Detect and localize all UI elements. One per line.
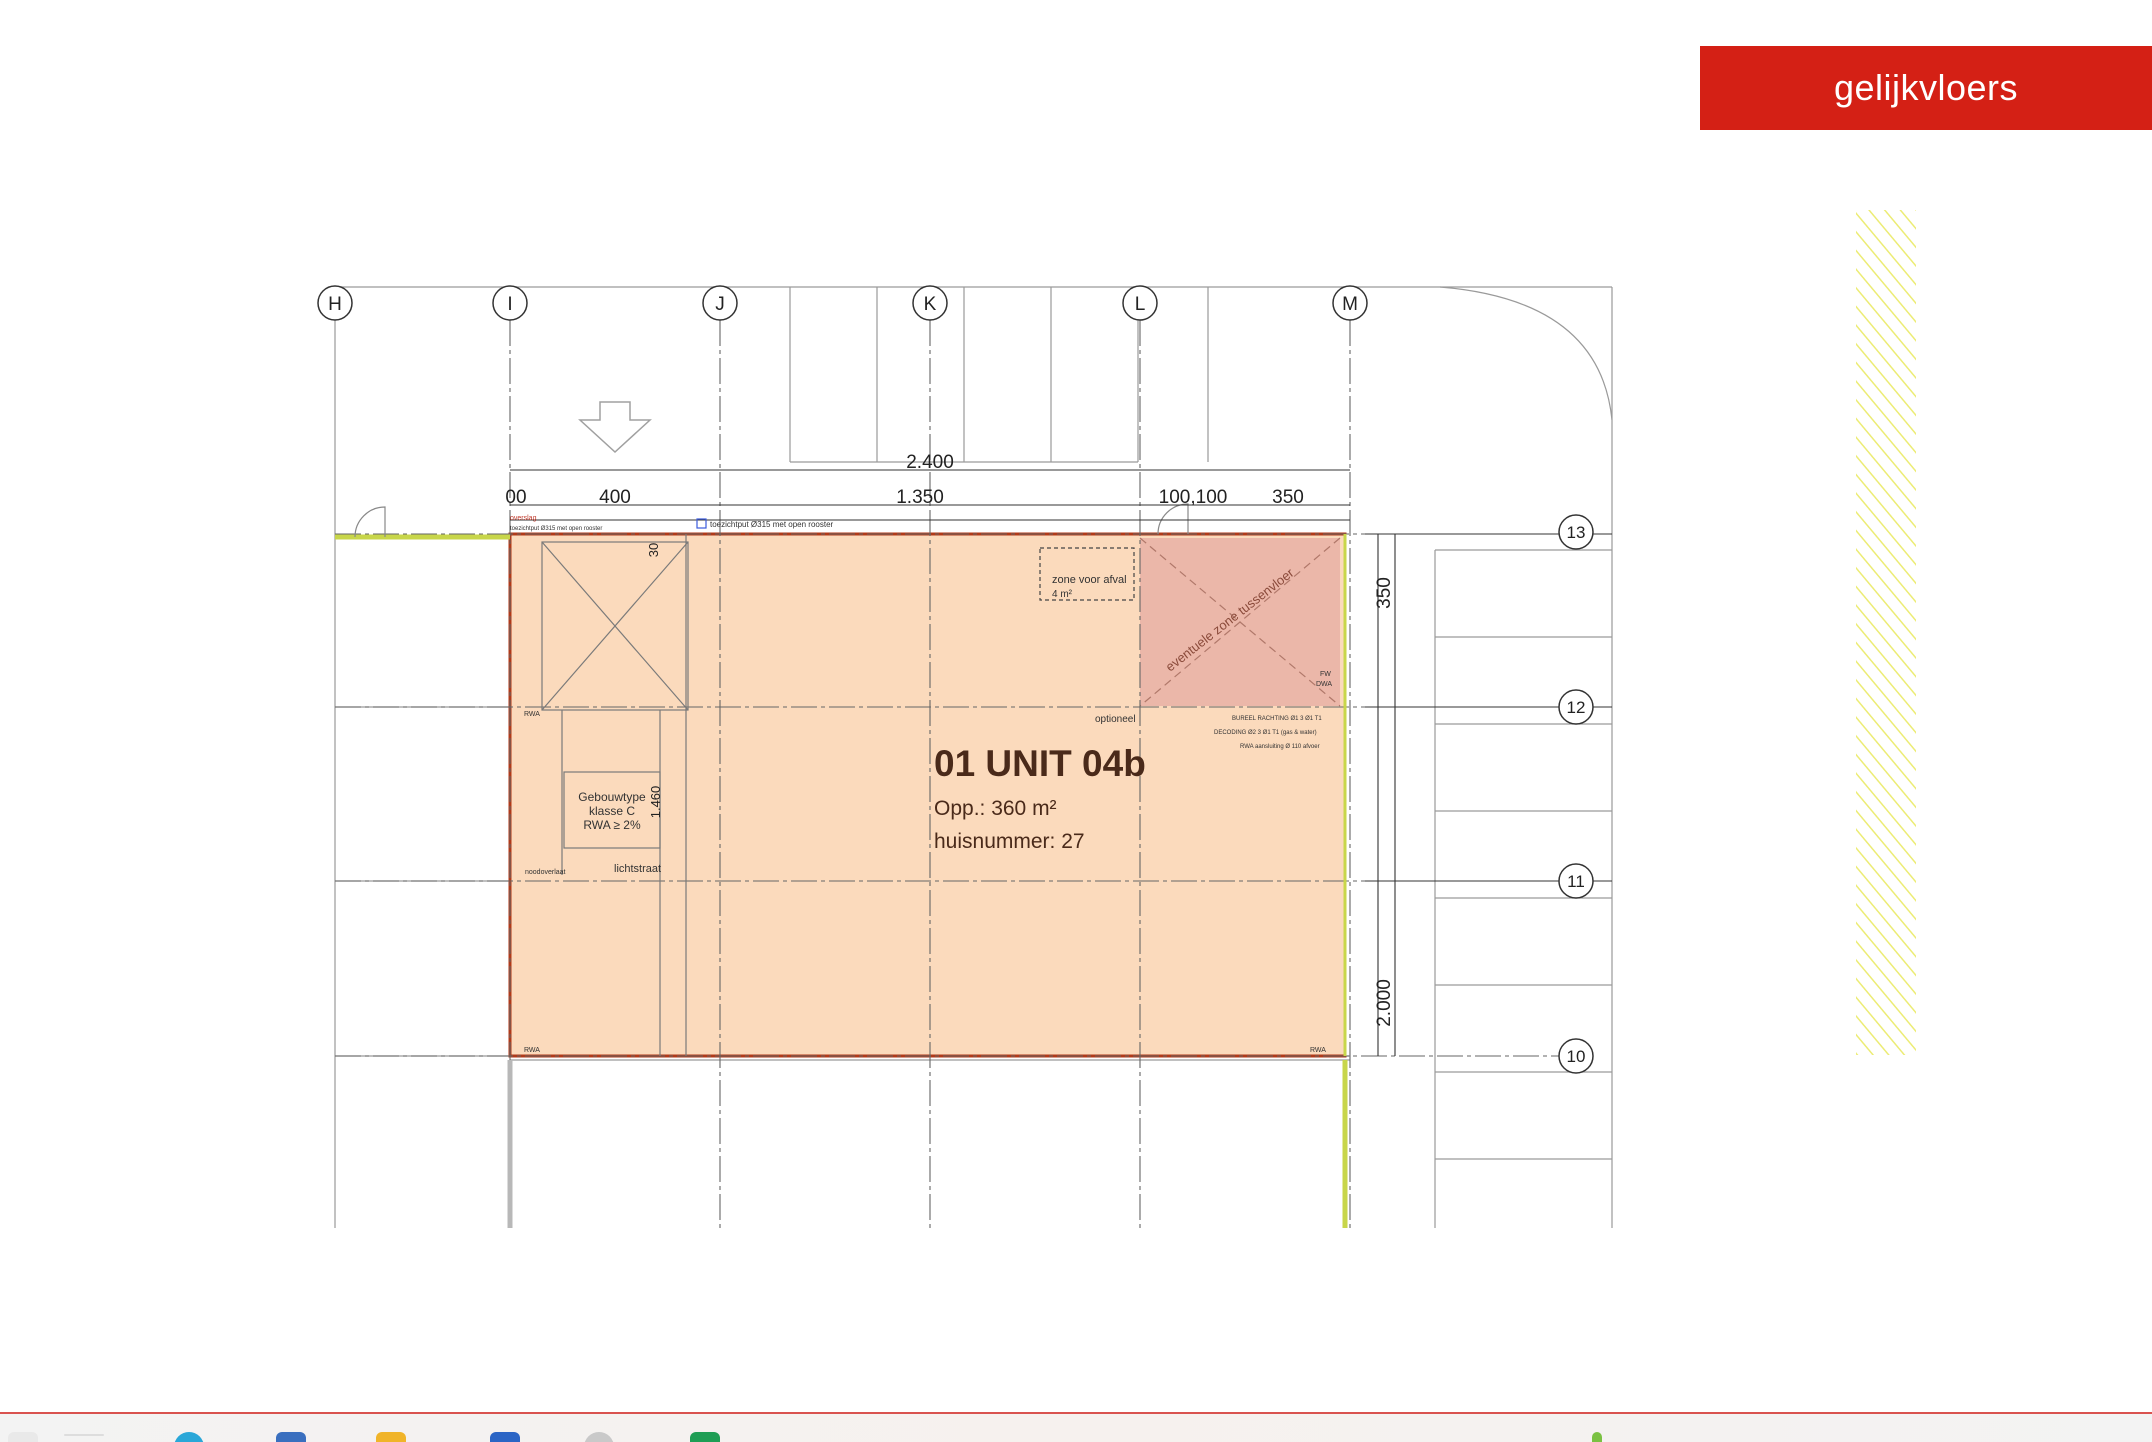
optional-label: optioneel [1095,714,1136,725]
waste-zone-area: 4 m² [1052,589,1073,600]
floor-plan: H I J K L M 13 12 11 10 2.400 00 400 1.3… [317,210,1916,1228]
spec-note-1: BUREEL RACHTING Ø1 3 Ø1 T1 [1232,716,1322,722]
file-explorer-icon[interactable] [276,1432,306,1442]
unit-title: 01 UNIT 04b [934,743,1146,784]
left-tag-1: overslag [510,515,537,522]
dim-100-100: 100,100 [1159,487,1228,508]
fw-label: FW [1320,671,1331,678]
dim-vertical-350: 350 [1374,577,1395,609]
rwa-label-1: RWA [524,711,540,718]
overflow-label: noodoverlaat [525,869,566,876]
word-icon[interactable] [490,1432,520,1442]
grid-col-m: M [1342,294,1358,315]
dim-first: 00 [505,487,526,508]
dim-vertical-2000: 2.000 [1374,979,1395,1027]
edge-icon[interactable] [174,1432,204,1442]
store-icon[interactable] [376,1432,406,1442]
unit-house-number: huisnummer: 27 [934,830,1085,853]
spec-note-2: DECODING Ø2 3 Ø1 T1 (gas & water) [1214,730,1317,736]
dim-400: 400 [599,487,631,508]
grid-row-11: 11 [1567,872,1585,891]
grid-col-l: L [1135,294,1146,315]
dim-total: 2.400 [906,452,954,473]
building-type-3: RWA ≥ 2% [583,818,641,832]
dim-1460: 1.460 [648,786,663,819]
search-icon[interactable] [64,1434,104,1436]
grid-col-i: I [507,294,512,315]
unit-area-label: Opp.: 360 m² [934,797,1057,820]
grid-row-10: 10 [1567,1047,1586,1066]
grid-col-k: K [924,294,937,315]
grid-row-13: 13 [1567,523,1586,542]
grid-col-h: H [328,294,342,315]
dwa-label: DWA [1316,681,1332,688]
skylight-label: lichtstraat [614,863,661,875]
grid-column-bubbles [317,285,1368,321]
chrome-icon[interactable] [584,1432,614,1442]
left-tag-2: toezichtput Ø315 met open rooster [510,526,602,532]
grid-col-j: J [715,294,725,315]
building-type-1: Gebouwtype [578,790,646,804]
grid-row-bubbles [1558,514,1594,1074]
excel-icon[interactable] [690,1432,720,1442]
grid-row-12: 12 [1567,698,1586,717]
hatched-zone [1856,210,1916,1055]
taskbar [0,1412,2152,1442]
dim-1350: 1.350 [896,487,944,508]
green-app-icon[interactable] [1592,1432,1602,1442]
waste-zone-label: zone voor afval [1052,574,1127,586]
building-type-2: klasse C [589,804,635,818]
rwa-label-2: RWA [524,1047,540,1054]
inspection-pit-label: toezichtput Ø315 met open rooster [710,520,834,529]
start-icon[interactable] [8,1432,38,1442]
dim-30: 30 [646,543,661,557]
dim-350: 350 [1272,487,1304,508]
entrance-arrow [578,401,652,454]
rwa-label-3: RWA [1310,1047,1326,1054]
spec-note-3: RWA aansluiting Ø 110 afvoer [1240,744,1320,750]
